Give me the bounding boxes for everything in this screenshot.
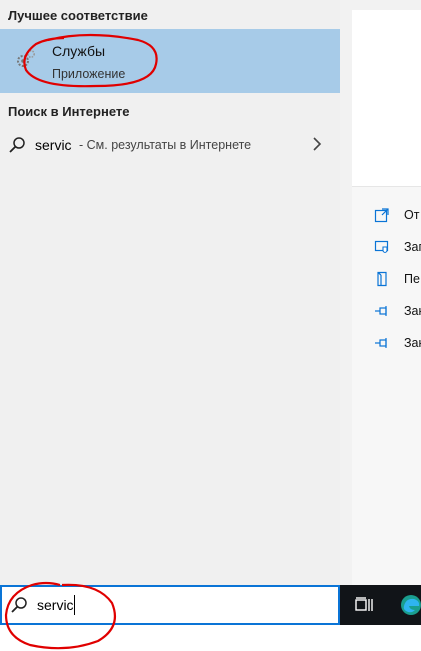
task-view-icon[interactable] (354, 595, 374, 620)
app-title: Службы (52, 43, 106, 59)
services-gear-icon (14, 47, 38, 71)
bottom-strip (0, 625, 421, 651)
action-label: Пе (404, 272, 420, 286)
pin-icon (375, 338, 387, 348)
web-search-result[interactable]: servic - См. результаты в Интернете (0, 128, 340, 162)
search-input[interactable]: servic (37, 597, 74, 613)
action-label: Зак (404, 304, 421, 318)
web-search-header: Поиск в Интернете (8, 104, 130, 119)
taskbar (340, 585, 421, 625)
pin-icon (375, 306, 387, 316)
action-run-as-admin[interactable]: Зап (374, 239, 421, 257)
edge-browser-icon[interactable] (400, 594, 421, 621)
search-icon (10, 596, 28, 619)
action-open[interactable]: От (374, 207, 421, 225)
best-match-item[interactable]: Службы Приложение (0, 29, 340, 93)
best-match-header: Лучшее соответствие (8, 8, 148, 23)
preview-header (352, 10, 421, 187)
web-hint: - См. результаты в Интернете (79, 138, 252, 152)
search-box[interactable]: servic (0, 585, 340, 625)
search-results-panel: Лучшее соответствие Службы Приложение По… (0, 0, 340, 585)
app-subtitle: Приложение (52, 67, 126, 81)
open-icon (374, 208, 389, 223)
run-as-admin-icon (374, 240, 389, 254)
action-pin-taskbar[interactable]: Зак (374, 335, 421, 353)
action-label: Зап (404, 240, 421, 254)
action-label: От (404, 208, 420, 222)
chevron-right-icon[interactable] (310, 135, 324, 158)
text-caret (74, 595, 75, 615)
action-file-location[interactable]: Пе (374, 271, 421, 289)
action-pin-start[interactable]: Зак (374, 303, 421, 321)
file-location-icon (377, 271, 387, 287)
web-query: servic (35, 137, 72, 153)
search-icon (8, 136, 26, 159)
action-label: Зак (404, 336, 421, 350)
